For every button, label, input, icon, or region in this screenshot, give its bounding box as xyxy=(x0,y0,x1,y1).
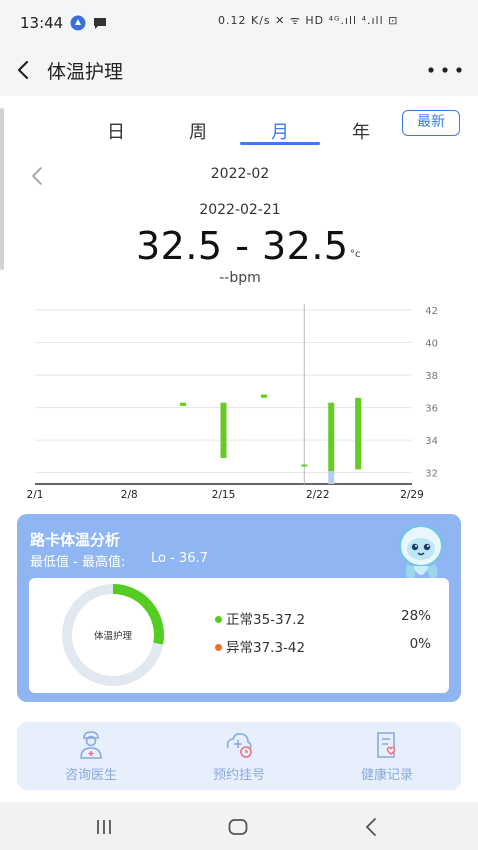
message-icon xyxy=(94,18,106,29)
analysis-card: 路卡体温分析 最低值 - 最高值: Lo - 36.7 体温护理 正常35-37… xyxy=(17,514,461,702)
x-tick-label: 2/15 xyxy=(212,489,236,501)
donut-center-label: 体温护理 xyxy=(94,630,133,642)
tab-week[interactable]: 周 xyxy=(168,118,228,144)
analysis-title: 路卡体温分析 xyxy=(30,531,121,549)
normal-dot-icon xyxy=(215,616,222,623)
status-indicators: 0.12 K/s ✕ ᯤ HD ⁴ᴳ.ıll ⁴.ıll ⊡ xyxy=(218,14,399,27)
previous-period-icon[interactable] xyxy=(28,166,48,186)
legend-normal: 正常35-37.2 xyxy=(215,608,305,628)
consult-doctor-label: 咨询医生 xyxy=(64,768,117,783)
back-arrow-icon[interactable] xyxy=(12,58,36,82)
analysis-detail-panel: 体温护理 正常35-37.2 28% 异常37.3-42 0% xyxy=(29,578,449,693)
y-tick-label: 40 xyxy=(425,339,438,350)
temperature-chart[interactable]: 42 40 38 36 34 32 2/1 2/8 2/15 2/22 2/29 xyxy=(0,300,478,510)
more-options-icon[interactable] xyxy=(428,67,462,73)
legend-abnormal-percent: 0% xyxy=(409,636,431,652)
x-tick-label: 2/29 xyxy=(400,489,424,501)
status-bar: 13:44 0.12 K/s ✕ ᯤ HD ⁴ᴳ.ıll ⁴.ıll ⊡ xyxy=(0,0,478,48)
consult-doctor-button[interactable]: 咨询医生 xyxy=(31,730,151,783)
bpm-value: --bpm xyxy=(219,270,261,286)
temperature-bar xyxy=(355,397,362,470)
legend-abnormal-label: 异常37.3-42 xyxy=(226,640,306,656)
hover-band xyxy=(328,470,335,484)
y-tick-label: 32 xyxy=(425,469,438,480)
distribution-donut-chart: 体温护理 xyxy=(62,584,164,686)
temperature-bar xyxy=(301,464,308,467)
health-record-icon xyxy=(377,732,396,758)
y-tick-label: 38 xyxy=(425,371,438,382)
tab-year[interactable]: 年 xyxy=(331,118,391,144)
mascot-icon xyxy=(399,525,443,582)
home-icon[interactable] xyxy=(227,816,249,838)
back-nav-icon[interactable] xyxy=(361,816,383,838)
appointment-button[interactable]: 预约挂号 xyxy=(179,730,299,783)
temperature-range-value: 32.5 - 32.5 xyxy=(136,224,349,268)
health-record-button[interactable]: 健康记录 xyxy=(327,730,447,783)
doctor-icon xyxy=(80,731,102,759)
y-tick-label: 42 xyxy=(425,306,438,317)
x-tick-label: 2/22 xyxy=(306,489,330,501)
app-notification-icon xyxy=(70,15,86,31)
tab-day[interactable]: 日 xyxy=(86,118,146,144)
latest-button[interactable]: 最新 xyxy=(402,110,460,136)
current-period: 2022-02 xyxy=(210,166,270,182)
range-label: 最低值 - 最高值: xyxy=(30,555,126,570)
temperature-bar xyxy=(260,394,267,398)
scrollbar-thumb[interactable] xyxy=(0,108,4,270)
status-time: 13:44 xyxy=(20,14,64,32)
recent-apps-icon[interactable] xyxy=(93,816,115,838)
y-tick-label: 36 xyxy=(425,404,438,415)
selected-date: 2022-02-21 xyxy=(199,202,281,218)
temperature-bar xyxy=(220,402,227,458)
appointment-icon xyxy=(226,733,252,758)
y-tick-label: 34 xyxy=(425,436,438,447)
abnormal-dot-icon xyxy=(215,644,222,651)
system-nav-bar xyxy=(0,802,478,850)
app-bar: 体温护理 xyxy=(0,48,478,96)
legend-abnormal: 异常37.3-42 xyxy=(215,636,305,656)
temperature-bar xyxy=(180,402,187,406)
health-record-label: 健康记录 xyxy=(360,768,413,783)
appointment-label: 预约挂号 xyxy=(212,768,265,783)
legend-normal-percent: 28% xyxy=(400,608,431,624)
page-title: 体温护理 xyxy=(47,61,124,83)
legend-normal-label: 正常35-37.2 xyxy=(226,612,306,628)
temperature-bar xyxy=(328,402,335,471)
tab-month[interactable]: 月 xyxy=(250,118,310,144)
range-value: Lo - 36.7 xyxy=(151,551,208,566)
temperature-unit: °c xyxy=(350,249,361,260)
quick-actions-bar: 咨询医生 预约挂号 健康记录 xyxy=(17,722,461,790)
x-tick-label: 2/1 xyxy=(27,489,44,501)
x-tick-label: 2/8 xyxy=(121,489,138,501)
active-tab-indicator xyxy=(240,142,320,145)
